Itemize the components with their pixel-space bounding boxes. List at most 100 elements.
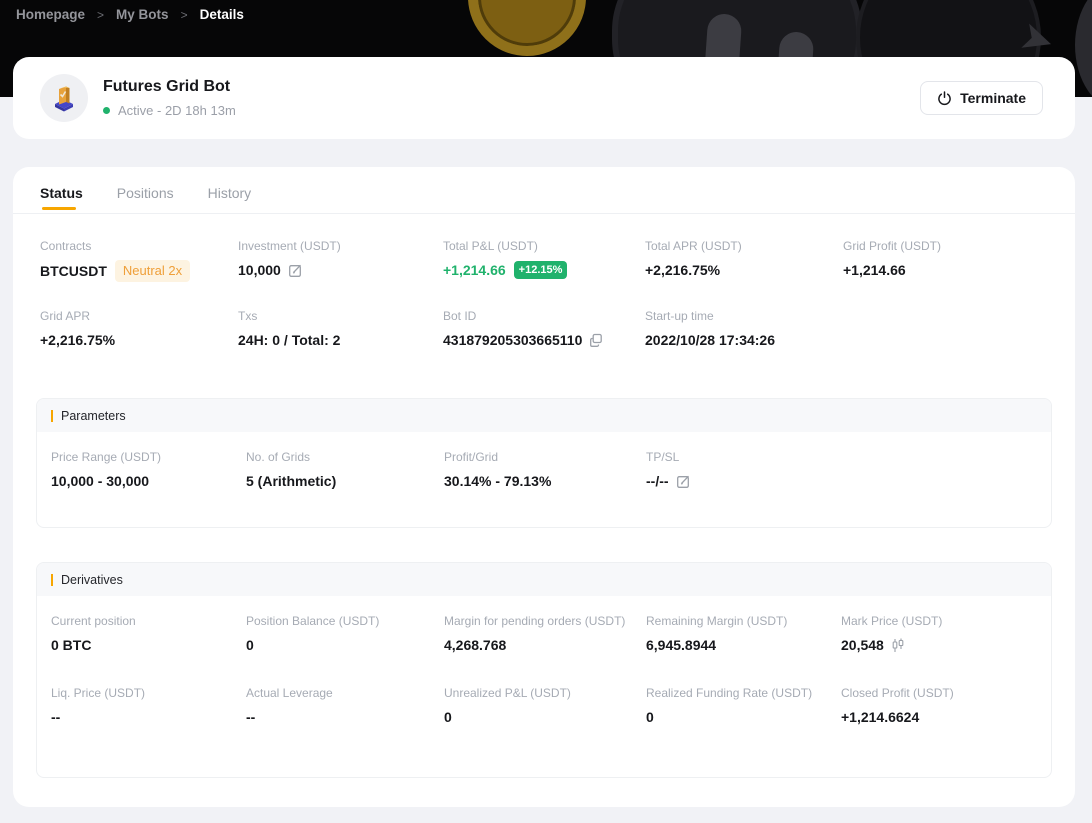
field-pending-margin: Margin for pending orders (USDT) 4,268.7…: [444, 613, 646, 655]
unrealized-pnl-value: 0: [444, 707, 452, 727]
field-label: Current position: [51, 613, 246, 629]
bot-header-card: Futures Grid Bot Active - 2D 18h 13m Ter…: [13, 57, 1075, 139]
field-startup-time: Start-up time 2022/10/28 17:34:26: [645, 308, 843, 350]
field-label: Realized Funding Rate (USDT): [646, 685, 841, 701]
field-label: Position Balance (USDT): [246, 613, 444, 629]
derivatives-section: Derivatives Current position 0 BTC Posit…: [36, 562, 1052, 778]
field-position-balance: Position Balance (USDT) 0: [246, 613, 444, 655]
bot-status-line: Active - 2D 18h 13m: [103, 103, 920, 118]
field-current-position: Current position 0 BTC: [51, 613, 246, 655]
bot-status-text: Active - 2D 18h 13m: [118, 103, 236, 118]
tabs: Status Positions History: [13, 167, 1075, 210]
realized-funding-rate-value: 0: [646, 707, 654, 727]
field-grid-profit: Grid Profit (USDT) +1,214.66: [843, 238, 1051, 282]
field-no-of-grids: No. of Grids 5 (Arithmetic): [246, 449, 444, 491]
parameters-title: Parameters: [61, 409, 126, 423]
field-label: Profit/Grid: [444, 449, 646, 465]
field-label: Total APR (USDT): [645, 238, 843, 254]
bot-id-value: 431879205303665110: [443, 330, 582, 350]
mark-price-value: 20,548: [841, 635, 884, 655]
details-card: Status Positions History Contracts BTCUS…: [13, 167, 1075, 807]
field-label: Unrealized P&L (USDT): [444, 685, 646, 701]
field-label: Liq. Price (USDT): [51, 685, 246, 701]
tab-history[interactable]: History: [208, 185, 252, 210]
field-label: Margin for pending orders (USDT): [444, 613, 646, 629]
breadcrumb-details: Details: [200, 7, 244, 22]
field-price-range: Price Range (USDT) 10,000 - 30,000: [51, 449, 246, 491]
tab-positions[interactable]: Positions: [117, 185, 174, 210]
bot-avatar: [40, 74, 88, 122]
breadcrumb-homepage[interactable]: Homepage: [16, 7, 85, 22]
neutral-leverage-badge: Neutral 2x: [115, 260, 190, 282]
copy-bot-id-icon[interactable]: [589, 333, 603, 347]
profit-grid-value: 30.14% - 79.13%: [444, 471, 551, 491]
section-accent-bar: [51, 410, 53, 422]
total-pnl-value: +1,214.66: [443, 260, 506, 280]
parameters-section-header: Parameters: [37, 399, 1051, 432]
grid-apr-value: +2,216.75%: [40, 330, 115, 350]
section-accent-bar: [51, 574, 53, 586]
field-label: TP/SL: [646, 449, 841, 465]
edit-investment-icon[interactable]: [288, 263, 303, 278]
power-icon: [937, 91, 952, 106]
field-unrealized-pnl: Unrealized P&L (USDT) 0: [444, 685, 646, 727]
field-tp-sl: TP/SL --/--: [646, 449, 841, 491]
investment-value: 10,000: [238, 260, 281, 280]
terminate-button[interactable]: Terminate: [920, 81, 1043, 115]
field-realized-funding-rate: Realized Funding Rate (USDT) 0: [646, 685, 841, 727]
field-label: Investment (USDT): [238, 238, 443, 254]
field-label: Remaining Margin (USDT): [646, 613, 841, 629]
parameters-section: Parameters Price Range (USDT) 10,000 - 3…: [36, 398, 1052, 528]
grid-profit-value: +1,214.66: [843, 260, 906, 280]
field-grid-apr: Grid APR +2,216.75%: [40, 308, 238, 350]
field-profit-grid: Profit/Grid 30.14% - 79.13%: [444, 449, 646, 491]
no-of-grids-value: 5 (Arithmetic): [246, 471, 336, 491]
liq-price-value: --: [51, 707, 60, 727]
breadcrumb-my-bots[interactable]: My Bots: [116, 7, 169, 22]
field-label: Total P&L (USDT): [443, 238, 645, 254]
candlestick-chart-icon[interactable]: [891, 638, 905, 653]
derivatives-title: Derivatives: [61, 573, 123, 587]
field-actual-leverage: Actual Leverage --: [246, 685, 444, 727]
remaining-margin-value: 6,945.8944: [646, 635, 716, 655]
closed-profit-value: +1,214.6624: [841, 707, 919, 727]
pnl-percent-badge: +12.15%: [514, 261, 568, 279]
field-bot-id: Bot ID 431879205303665110: [443, 308, 645, 350]
position-balance-value: 0: [246, 635, 254, 655]
field-label: Grid APR: [40, 308, 238, 324]
field-total-pnl: Total P&L (USDT) +1,214.66 +12.15%: [443, 238, 645, 282]
field-txs: Txs 24H: 0 / Total: 2: [238, 308, 443, 350]
terminate-label: Terminate: [960, 90, 1026, 106]
breadcrumb-separator: >: [181, 8, 188, 22]
dark-orb-illustration-2: [1075, 0, 1092, 97]
grid-bot-icon: [49, 83, 79, 113]
edit-tp-sl-icon[interactable]: [676, 474, 691, 489]
tp-sl-value: --/--: [646, 471, 669, 491]
field-contracts: Contracts BTCUSDT Neutral 2x: [40, 238, 238, 282]
field-label: Actual Leverage: [246, 685, 444, 701]
total-apr-value: +2,216.75%: [645, 260, 720, 280]
derivatives-grid: Current position 0 BTC Position Balance …: [37, 596, 1051, 777]
field-remaining-margin: Remaining Margin (USDT) 6,945.8944: [646, 613, 841, 655]
price-range-value: 10,000 - 30,000: [51, 471, 149, 491]
active-status-dot-icon: [103, 107, 110, 114]
contracts-value: BTCUSDT: [40, 261, 107, 281]
field-closed-profit: Closed Profit (USDT) +1,214.6624: [841, 685, 1037, 727]
bot-title: Futures Grid Bot: [103, 78, 920, 96]
field-liq-price: Liq. Price (USDT) --: [51, 685, 246, 727]
tab-status[interactable]: Status: [40, 185, 83, 210]
field-label: Price Range (USDT): [51, 449, 246, 465]
pending-margin-value: 4,268.768: [444, 635, 506, 655]
parameters-grid: Price Range (USDT) 10,000 - 30,000 No. o…: [37, 432, 1051, 527]
current-position-value: 0 BTC: [51, 635, 91, 655]
field-label: Closed Profit (USDT): [841, 685, 1037, 701]
field-mark-price: Mark Price (USDT) 20,548: [841, 613, 1037, 655]
breadcrumb: Homepage > My Bots > Details: [16, 7, 244, 22]
breadcrumb-separator: >: [97, 8, 104, 22]
field-label: No. of Grids: [246, 449, 444, 465]
field-label: Contracts: [40, 238, 238, 254]
field-label: Grid Profit (USDT): [843, 238, 1051, 254]
status-field-grid: Contracts BTCUSDT Neutral 2x Investment …: [13, 214, 1075, 350]
field-investment: Investment (USDT) 10,000: [238, 238, 443, 282]
txs-value: 24H: 0 / Total: 2: [238, 330, 340, 350]
